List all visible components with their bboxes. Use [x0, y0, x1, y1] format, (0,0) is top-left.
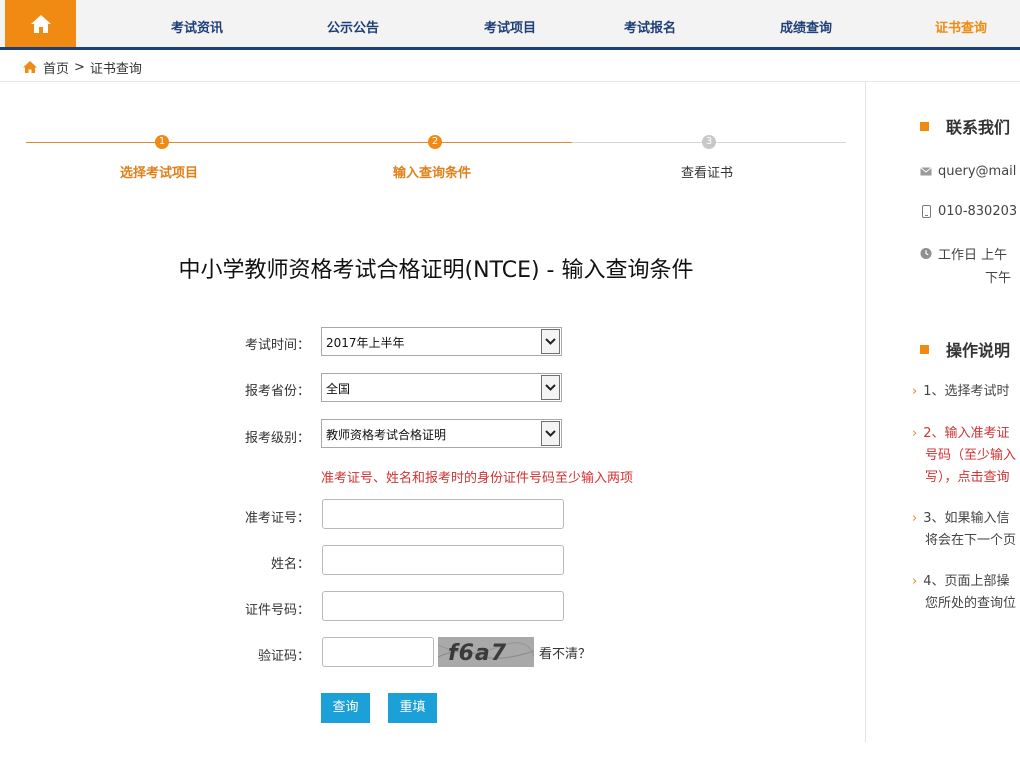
- level-select[interactable]: 教师资格考试合格证明: [321, 419, 562, 448]
- steps-line-completed: [26, 142, 572, 143]
- ticket-no-input[interactable]: [322, 499, 564, 529]
- instruction-2-line-1: 2、输入准考证: [923, 426, 1010, 441]
- exam-time-select[interactable]: 2017年上半年: [321, 327, 562, 356]
- contact-title-text: 联系我们: [946, 118, 1011, 137]
- step-3-dot: 3: [702, 135, 716, 149]
- home-icon: [23, 61, 37, 73]
- instruction-2: › 2、输入准考证 号码（至少输入 写），点击查询: [912, 423, 1016, 489]
- nav-item-score-query[interactable]: 成绩查询: [780, 17, 832, 36]
- square-bullet-icon: [920, 344, 929, 354]
- province-label: 报考省份：: [244, 384, 310, 399]
- province-select[interactable]: 全国: [321, 373, 562, 402]
- step-2-dot: 2: [428, 135, 442, 149]
- clock-icon: [920, 247, 932, 260]
- instruction-4-line-1: 4、页面上部操: [923, 574, 1010, 589]
- breadcrumb-separator: >: [74, 59, 85, 75]
- chevron-right-icon: ›: [912, 511, 918, 526]
- contact-hours-pm: 下午: [985, 271, 1012, 286]
- instruction-3-line-1: 3、如果输入信: [923, 511, 1010, 526]
- name-label: 姓名：: [270, 557, 310, 572]
- chevron-down-icon: [541, 329, 560, 354]
- instruction-3-line-2: 将会在下一个页: [925, 533, 1017, 548]
- chevron-right-icon: ›: [912, 426, 918, 441]
- content-divider: [865, 82, 866, 742]
- step-3-label: 查看证书: [681, 166, 734, 181]
- captcha-input[interactable]: [322, 637, 434, 667]
- query-button[interactable]: 查询: [321, 693, 370, 723]
- step-2-label: 输入查询条件: [393, 166, 472, 181]
- province-value: 全国: [326, 382, 351, 396]
- contact-phone-text: 010-830203: [938, 204, 1018, 219]
- id-no-input[interactable]: [322, 591, 564, 621]
- instruction-2-line-3: 写），点击查询: [925, 470, 1010, 485]
- contact-hours: 工作日 上午: [920, 244, 1007, 263]
- breadcrumb-home-link[interactable]: 首页: [43, 58, 69, 77]
- ticket-no-label: 准考证号：: [244, 511, 310, 526]
- contact-phone: 010-830203: [920, 204, 1017, 219]
- instruction-4: › 4、页面上部操 您所处的查询位: [912, 571, 1016, 615]
- breadcrumb-current: 证书查询: [89, 61, 142, 77]
- instruction-2-line-2: 号码（至少输入: [925, 448, 1017, 463]
- contact-title: 联系我们: [920, 114, 1010, 138]
- instruction-1: › 1、选择考试时: [912, 381, 1009, 403]
- chevron-right-icon: ›: [912, 574, 918, 589]
- input-hint: 准考证号、姓名和报考时的身份证件号码至少输入两项: [321, 471, 634, 486]
- square-bullet-icon: [920, 121, 929, 131]
- home-icon: [30, 14, 51, 33]
- captcha-label: 验证码：: [257, 649, 310, 664]
- level-value: 教师资格考试合格证明: [326, 428, 447, 442]
- page-title: 中小学教师资格考试合格证明(NTCE) - 输入查询条件: [178, 258, 694, 283]
- contact-email-text[interactable]: query@mail: [938, 164, 1016, 179]
- exam-time-value: 2017年上半年: [326, 336, 405, 350]
- chevron-down-icon: [541, 421, 560, 446]
- help-title-text: 操作说明: [946, 341, 1011, 360]
- id-no-label: 证件号码：: [244, 603, 310, 618]
- nav-item-registration[interactable]: 考试报名: [624, 17, 676, 36]
- chevron-right-icon: ›: [912, 384, 918, 399]
- captcha-graphic: f6a7: [438, 641, 534, 666]
- mail-icon: [920, 166, 932, 178]
- contact-hours-text: 工作日 上午: [938, 248, 1008, 263]
- contact-email: query@mail: [920, 164, 1016, 179]
- level-label: 报考级别：: [244, 431, 310, 446]
- home-button[interactable]: [5, 0, 76, 47]
- nav-item-certificate-query[interactable]: 证书查询: [935, 17, 987, 36]
- step-1-dot: 1: [155, 135, 169, 149]
- nav-item-announcements[interactable]: 公示公告: [327, 17, 379, 36]
- nav-item-exam-projects[interactable]: 考试项目: [484, 17, 536, 36]
- breadcrumb: 首页 > 证书查询: [22, 58, 142, 77]
- name-input[interactable]: [322, 545, 564, 575]
- phone-icon: [920, 205, 932, 218]
- instruction-3: › 3、如果输入信 将会在下一个页: [912, 508, 1016, 552]
- breadcrumb-divider: [0, 81, 1020, 82]
- step-1-label: 选择考试项目: [120, 166, 199, 181]
- chevron-down-icon: [541, 375, 560, 400]
- nav-item-exam-news[interactable]: 考试资讯: [171, 17, 223, 36]
- captcha-image[interactable]: f6a7: [438, 637, 534, 667]
- reset-button[interactable]: 重填: [388, 693, 437, 723]
- exam-time-label: 考试时间：: [244, 338, 310, 353]
- captcha-text: f6a7: [448, 641, 507, 666]
- instruction-4-line-2: 您所处的查询位: [925, 596, 1017, 611]
- help-title: 操作说明: [920, 337, 1010, 361]
- captcha-refresh-link[interactable]: 看不清？: [539, 643, 591, 662]
- top-nav: 考试资讯 公示公告 考试项目 考试报名 成绩查询 证书查询: [0, 0, 1020, 50]
- instruction-1-line-1: 1、选择考试时: [923, 384, 1010, 399]
